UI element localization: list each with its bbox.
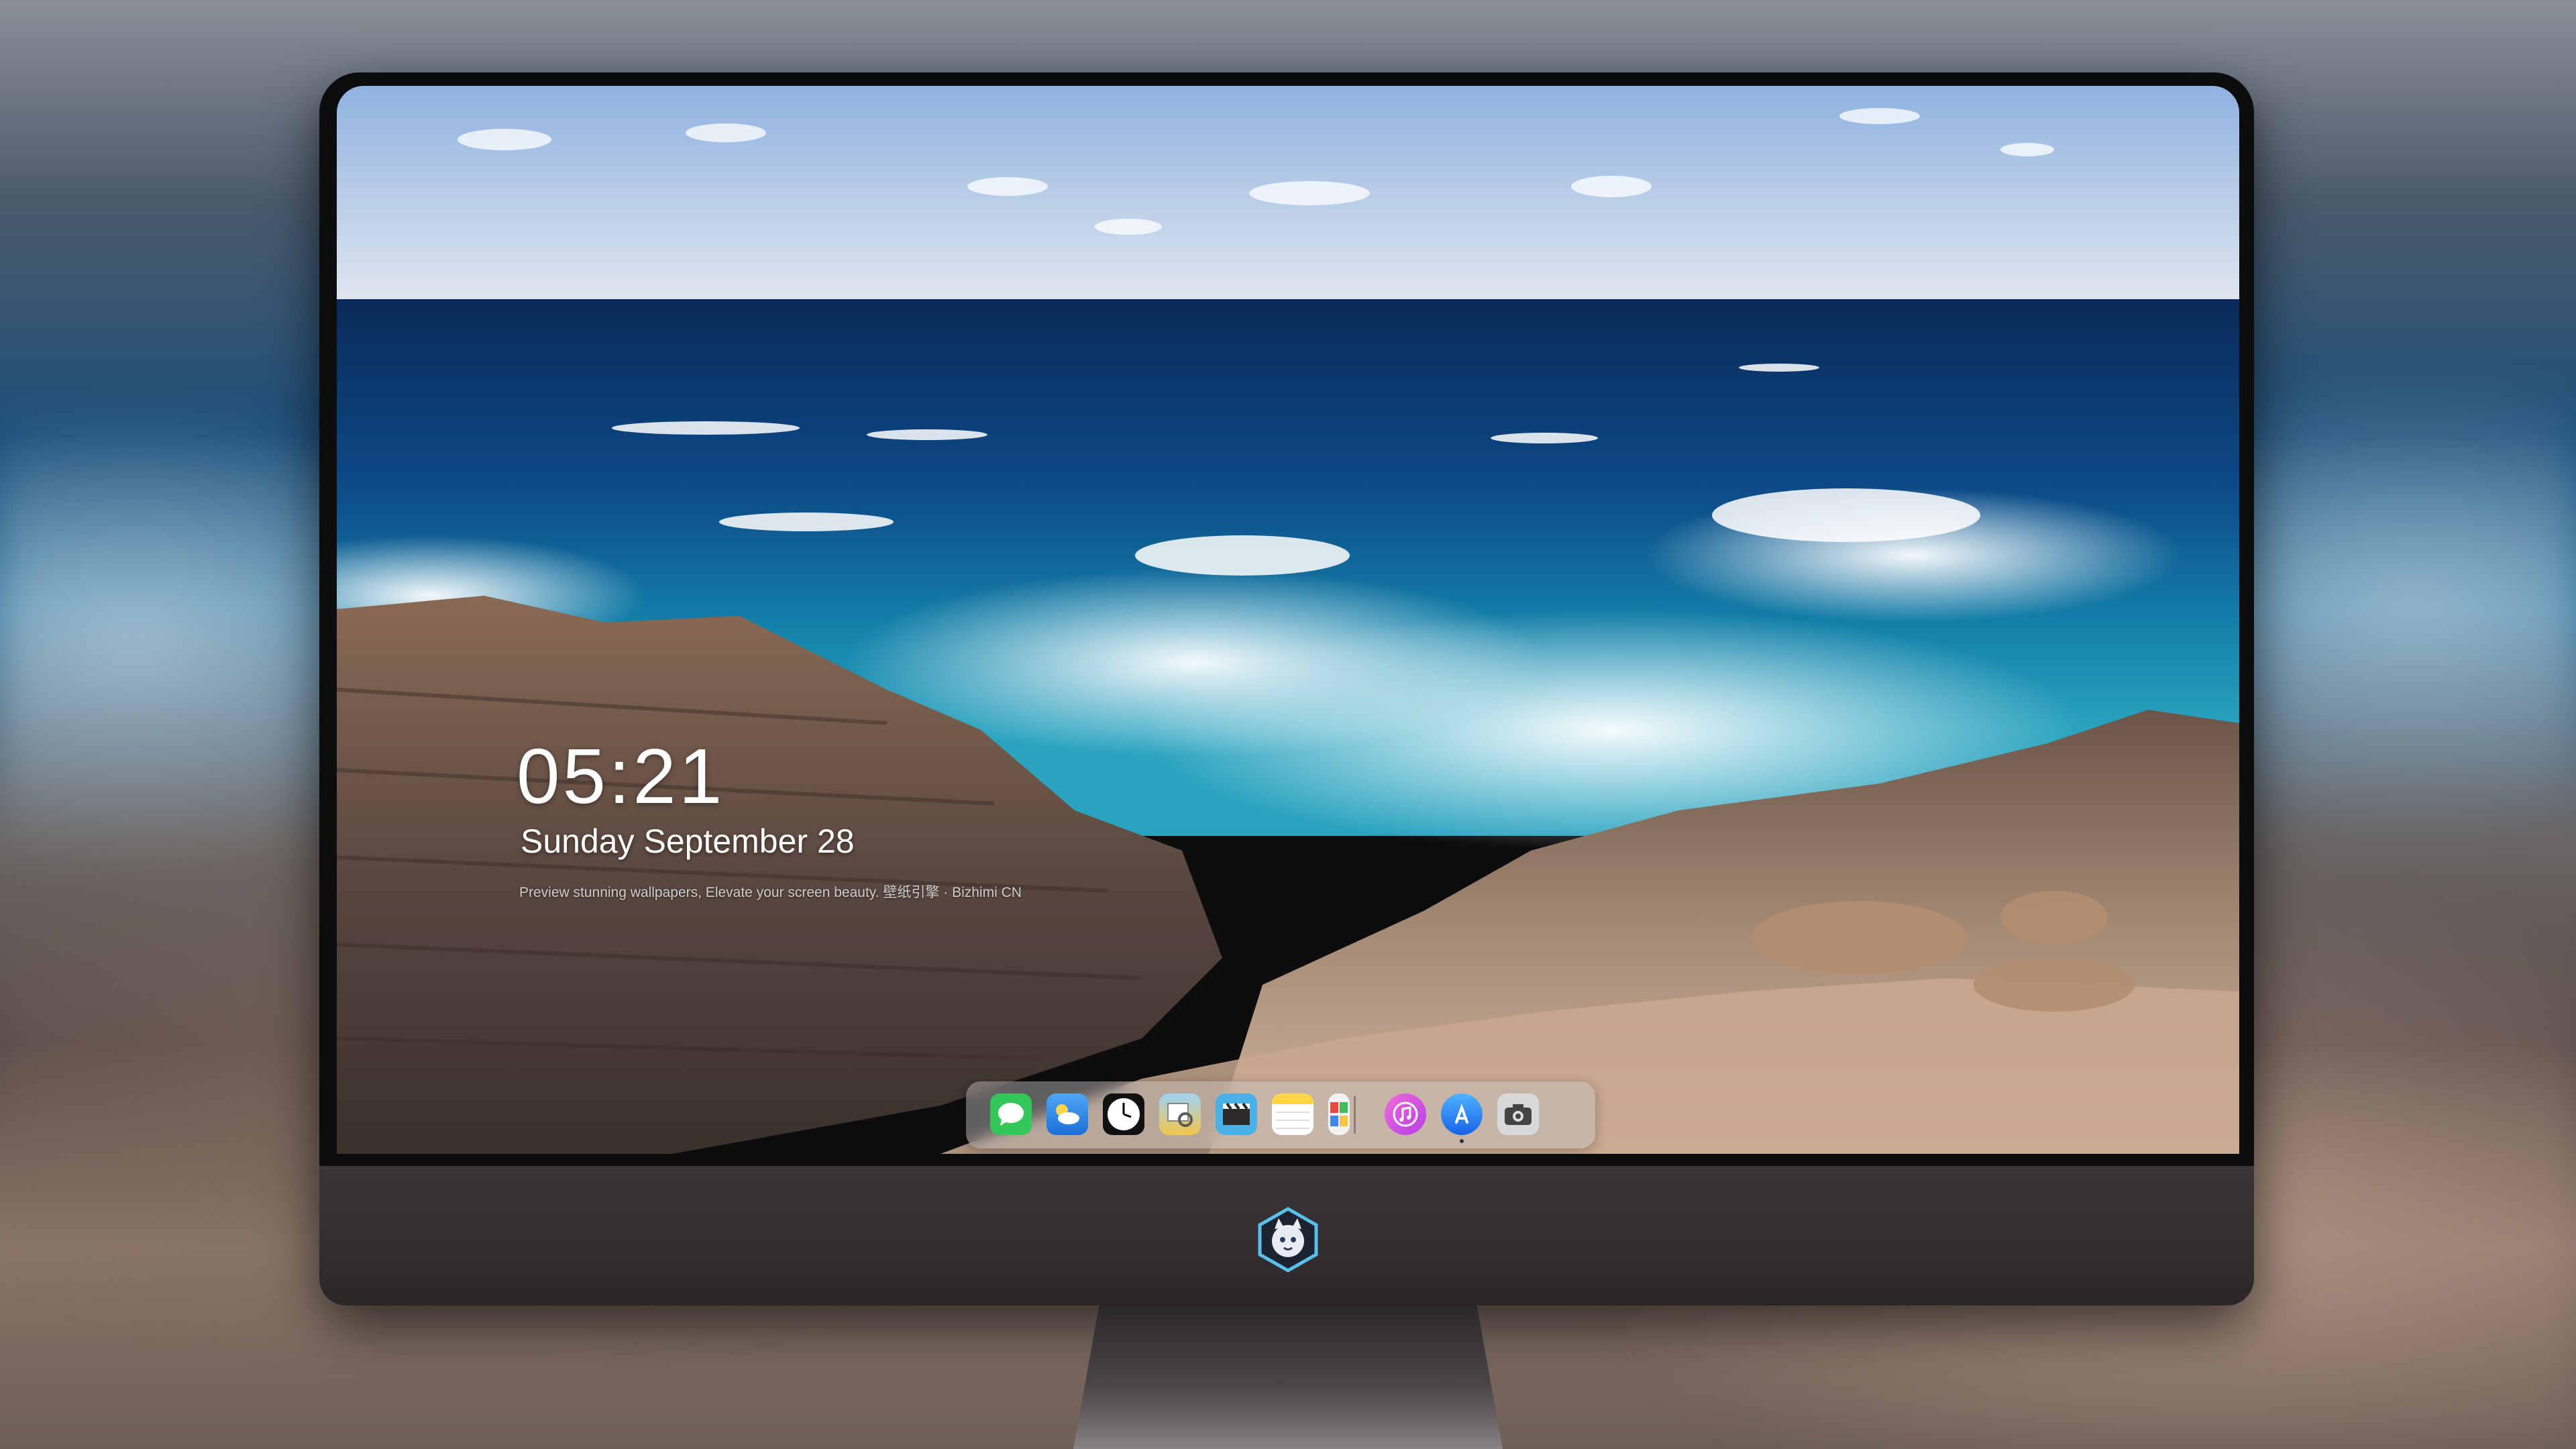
weather-icon[interactable] — [1046, 1093, 1088, 1135]
monitor-stand — [1073, 1305, 1503, 1449]
dock — [966, 1081, 1595, 1148]
clock-icon[interactable] — [1103, 1093, 1144, 1135]
desktop-screen: 05:21 Sunday September 28 Preview stunni… — [337, 86, 2239, 1154]
running-indicator — [1460, 1139, 1464, 1143]
dock-separator — [1354, 1096, 1356, 1134]
lock-time: 05:21 — [517, 733, 725, 820]
preview-icon[interactable] — [1159, 1093, 1201, 1135]
photo-booth-icon[interactable] — [1328, 1093, 1350, 1135]
messages-icon[interactable] — [990, 1093, 1032, 1135]
itunes-icon[interactable] — [1385, 1093, 1426, 1135]
notes-icon[interactable] — [1272, 1093, 1313, 1135]
wallpaper-tagline: Preview stunning wallpapers, Elevate you… — [519, 885, 1022, 900]
cat-mascot-logo — [1254, 1206, 1322, 1273]
camera-icon[interactable] — [1497, 1093, 1539, 1135]
lock-date: Sunday September 28 — [521, 822, 855, 860]
wallpaper — [337, 86, 2239, 1154]
app-store-icon[interactable] — [1441, 1093, 1483, 1135]
clips-icon[interactable] — [1216, 1093, 1257, 1135]
